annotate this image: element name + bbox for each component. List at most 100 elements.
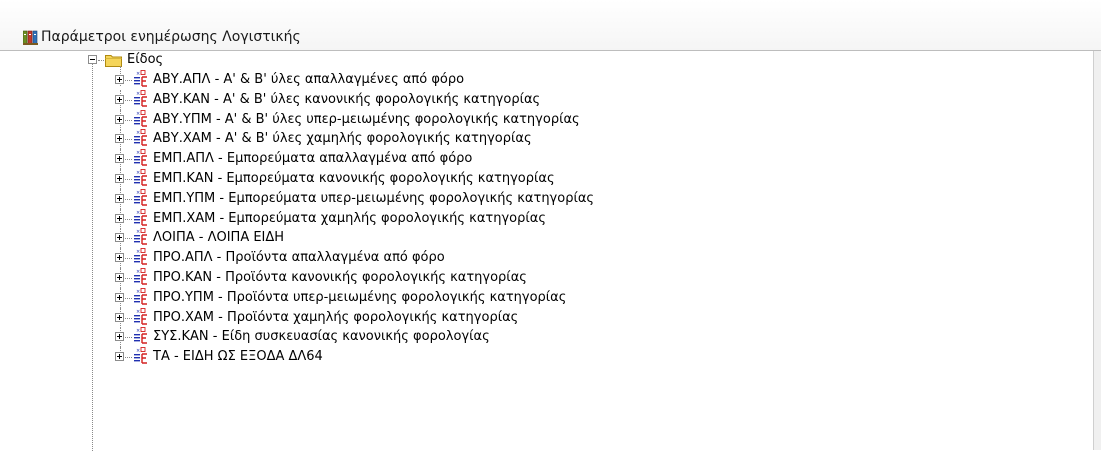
tree-item-label: ΕΜΠ.ΑΠΛ - Εμπορεύματα απαλλαγμένα από φό…: [153, 151, 473, 166]
vertical-scrollbar[interactable]: [1094, 51, 1101, 450]
tree-item-connector: [125, 199, 132, 200]
expand-icon[interactable]: [115, 194, 124, 203]
svg-text:×: ×: [136, 190, 140, 196]
tax-category-icon: ×: [134, 347, 147, 364]
svg-text:×: ×: [136, 328, 140, 334]
expand-icon[interactable]: [115, 75, 124, 84]
expand-icon[interactable]: [115, 154, 124, 163]
tax-category-icon: ×: [134, 268, 147, 285]
svg-text:×: ×: [136, 150, 140, 156]
tax-category-icon: ×: [134, 308, 147, 325]
expand-icon[interactable]: [115, 352, 124, 361]
folder-open-icon: [105, 55, 122, 67]
tree-item[interactable]: × ΑΒΥ.ΥΠΜ - Α' & Β' ύλες υπερ-μειωμένης φ…: [112, 110, 732, 130]
tree-item-label: ΑΒΥ.ΥΠΜ - Α' & Β' ύλες υπερ-μειωμένης φο…: [153, 112, 580, 127]
expand-icon[interactable]: [115, 233, 124, 242]
expand-icon[interactable]: [115, 174, 124, 183]
expand-icon[interactable]: [115, 253, 124, 262]
tree-item-label: ΠΡΟ.ΧΑΜ - Προϊόντα χαμηλής φορολογικής κ…: [153, 310, 519, 325]
tree-item-label: ΕΜΠ.ΥΠΜ - Εμπορεύματα υπερ-μειωμένης φορ…: [153, 191, 595, 206]
tree-item-label: ΑΒΥ.ΑΠΛ - Α' & Β' ύλες απαλλαγμένες από …: [153, 72, 465, 87]
svg-text:×: ×: [136, 91, 140, 97]
tax-category-icon: ×: [134, 70, 147, 87]
svg-text:×: ×: [136, 71, 140, 77]
ledger-books-icon: [23, 30, 38, 45]
tree-item-connector: [125, 258, 132, 259]
tree-root-row[interactable]: Είδος: [86, 51, 286, 71]
tax-category-icon: ×: [134, 327, 147, 344]
window-title: Παράμετροι ενημέρωσης Λογιστικής: [41, 29, 301, 45]
tree-root-label: Είδος: [127, 52, 164, 67]
tree-view[interactable]: Είδος × ΑΒΥ.ΑΠΛ - Α' & Β' ύλες απαλλαγμέν…: [0, 51, 1094, 451]
tax-category-icon: ×: [134, 288, 147, 305]
expand-icon[interactable]: [115, 332, 124, 341]
tree-item[interactable]: × ΑΒΥ.ΧΑΜ - Α' & Β' ύλες χαμηλής φορολογι…: [112, 129, 732, 149]
expand-icon[interactable]: [115, 214, 124, 223]
svg-text:×: ×: [136, 170, 140, 176]
tree-item[interactable]: × ΕΜΠ.ΚΑΝ - Εμπορεύματα κανονικής φορολογ…: [112, 169, 732, 189]
svg-text:×: ×: [136, 289, 140, 295]
svg-text:×: ×: [136, 269, 140, 275]
tax-category-icon: ×: [134, 228, 147, 245]
tree-item[interactable]: × ΣΥΣ.ΚΑΝ - Είδη συσκευασίας κανονικής φο…: [112, 327, 732, 347]
expand-icon[interactable]: [115, 115, 124, 124]
tree-item[interactable]: × ΕΜΠ.ΧΑΜ - Εμπορεύματα χαμηλής φορολογικ…: [112, 209, 732, 229]
tree-item-label: ΠΡΟ.ΥΠΜ - Προϊόντα υπερ-μειωμένης φορολο…: [153, 290, 567, 305]
tree-root-connector: [98, 60, 104, 61]
tax-category-icon: ×: [134, 169, 147, 186]
tree-item-connector: [125, 100, 132, 101]
tax-category-icon: ×: [134, 90, 147, 107]
tree-item-label: ΛΟΙΠΑ - ΛΟΙΠΑ ΕΙΔΗ: [153, 230, 285, 245]
tree-item-label: ΣΥΣ.ΚΑΝ - Είδη συσκευασίας κανονικής φορ…: [153, 329, 490, 344]
collapse-icon[interactable]: [88, 55, 97, 64]
tree-item-connector: [125, 298, 132, 299]
tax-category-icon: ×: [134, 110, 147, 127]
tree-item-connector: [125, 238, 132, 239]
tree-item-label: ΑΒΥ.ΧΑΜ - Α' & Β' ύλες χαμηλής φορολογικ…: [153, 131, 532, 146]
tree-item-label: ΕΜΠ.ΚΑΝ - Εμπορεύματα κανονικής φορολογι…: [153, 171, 555, 186]
svg-text:×: ×: [136, 249, 140, 255]
svg-text:×: ×: [136, 111, 140, 117]
tree-item-label: ΤΑ - ΕΙΔΗ ΩΣ ΕΞΟΔΑ ΔΛ64: [153, 349, 323, 364]
tree-item[interactable]: × ΠΡΟ.ΧΑΜ - Προϊόντα χαμηλής φορολογικής …: [112, 308, 732, 328]
tree-item-label: ΑΒΥ.ΚΑΝ - Α' & Β' ύλες κανονικής φορολογ…: [153, 92, 541, 107]
tree-item-connector: [125, 179, 132, 180]
tree-item[interactable]: × ΕΜΠ.ΥΠΜ - Εμπορεύματα υπερ-μειωμένης φο…: [112, 189, 732, 209]
tree-item-connector: [125, 278, 132, 279]
tree-item-label: ΕΜΠ.ΧΑΜ - Εμπορεύματα χαμηλής φορολογική…: [153, 211, 546, 226]
tree-item-connector: [125, 219, 132, 220]
svg-text:×: ×: [136, 229, 140, 235]
tax-category-icon: ×: [134, 149, 147, 166]
tree-item-connector: [125, 318, 132, 319]
tree-trunk-line: [92, 59, 93, 451]
tax-category-icon: ×: [134, 248, 147, 265]
tree-item[interactable]: × ΑΒΥ.ΚΑΝ - Α' & Β' ύλες κανονικής φορολο…: [112, 90, 732, 110]
tax-category-icon: ×: [134, 189, 147, 206]
tax-category-icon: ×: [134, 209, 147, 226]
tree-item[interactable]: × ΕΜΠ.ΑΠΛ - Εμπορεύματα απαλλαγμένα από φ…: [112, 149, 732, 169]
tree-item-connector: [125, 159, 132, 160]
tree-item[interactable]: × ΠΡΟ.ΑΠΛ - Προϊόντα απαλλαγμένα από φόρο: [112, 248, 732, 268]
tree-item[interactable]: × ΠΡΟ.ΥΠΜ - Προϊόντα υπερ-μειωμένης φορολ…: [112, 288, 732, 308]
expand-icon[interactable]: [115, 313, 124, 322]
expand-icon[interactable]: [115, 95, 124, 104]
svg-text:×: ×: [136, 130, 140, 136]
window: Παράμετροι ενημέρωσης Λογιστικής Είδος ×…: [0, 0, 1101, 451]
tree-item[interactable]: × ΤΑ - ΕΙΔΗ ΩΣ ΕΞΟΔΑ ΔΛ64: [112, 347, 732, 367]
expand-icon[interactable]: [115, 293, 124, 302]
tree-item-connector: [125, 80, 132, 81]
title-bar[interactable]: Παράμετροι ενημέρωσης Λογιστικής: [0, 0, 1101, 51]
tree-item-connector: [125, 120, 132, 121]
tree-item[interactable]: × ΠΡΟ.ΚΑΝ - Προϊόντα κανονικής φορολογική…: [112, 268, 732, 288]
tax-category-icon: ×: [134, 129, 147, 146]
tree-item[interactable]: × ΑΒΥ.ΑΠΛ - Α' & Β' ύλες απαλλαγμένες από…: [112, 66, 732, 90]
tree-item-connector: [125, 357, 132, 358]
expand-icon[interactable]: [115, 273, 124, 282]
svg-text:×: ×: [136, 348, 140, 354]
expand-icon[interactable]: [115, 134, 124, 143]
tree-item-label: ΠΡΟ.ΚΑΝ - Προϊόντα κανονικής φορολογικής…: [153, 270, 527, 285]
svg-text:×: ×: [136, 309, 140, 315]
tree-item-connector: [125, 139, 132, 140]
tree-item-connector: [125, 337, 132, 338]
tree-item[interactable]: × ΛΟΙΠΑ - ΛΟΙΠΑ ΕΙΔΗ: [112, 228, 732, 248]
